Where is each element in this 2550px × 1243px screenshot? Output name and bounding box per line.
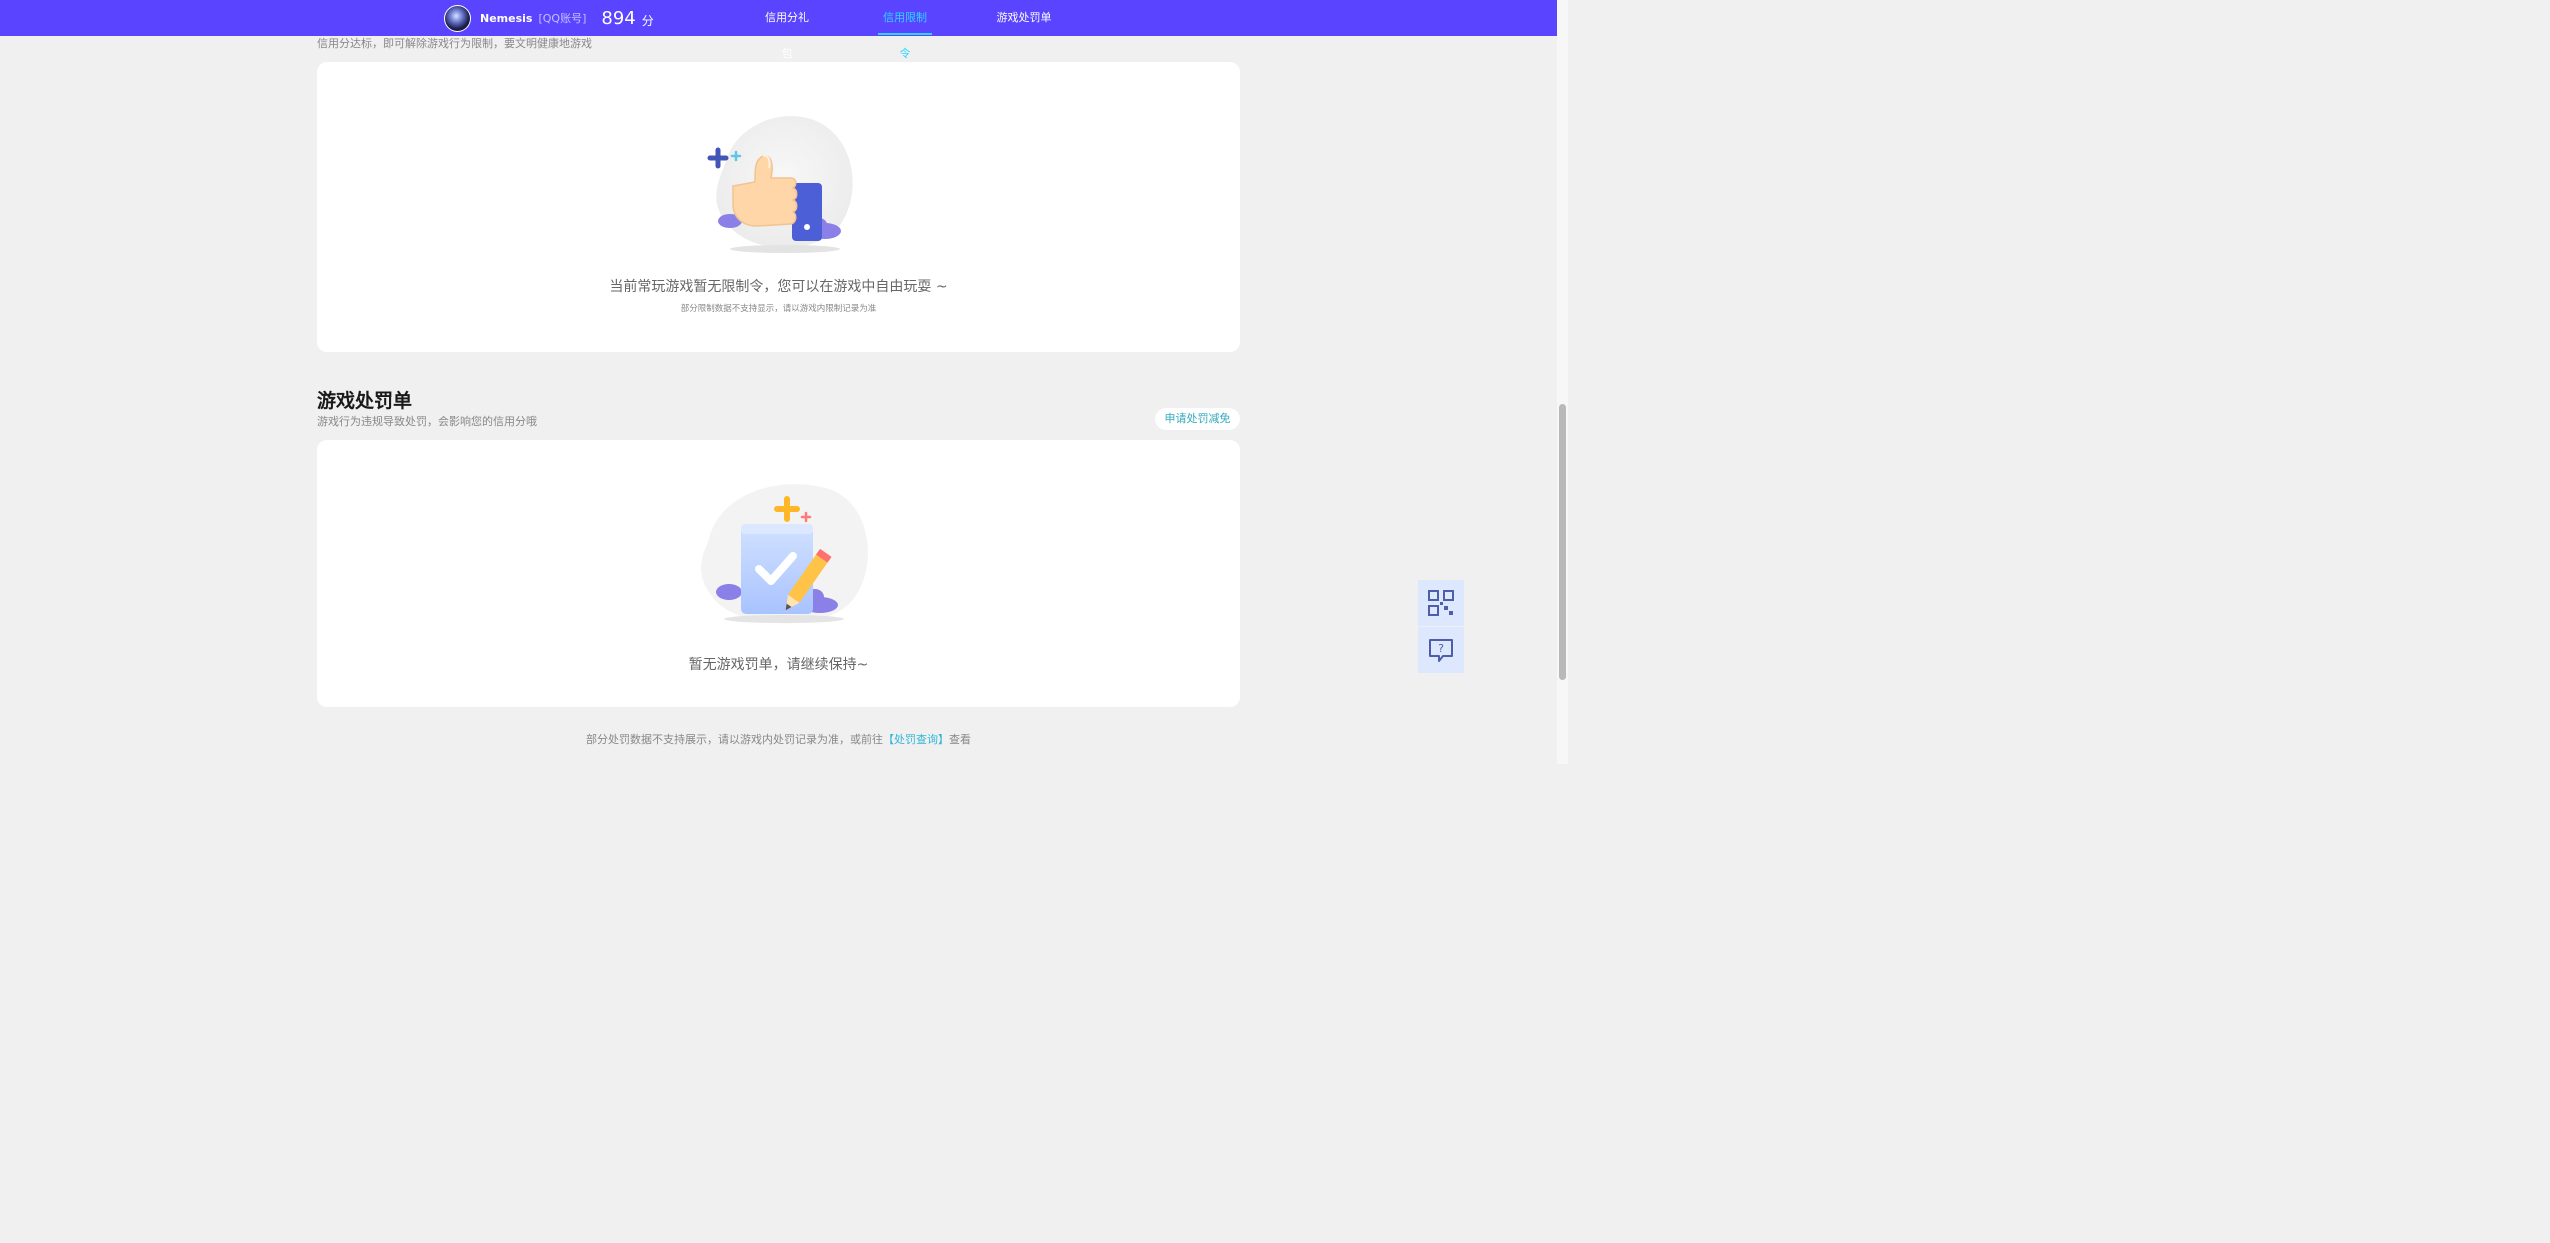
thumbs-up-illustration [707,116,853,253]
help-button[interactable]: ? [1418,627,1464,673]
footer-note-suffix: 查看 [949,733,971,746]
qr-code-button[interactable] [1418,580,1464,626]
avatar[interactable] [444,4,471,32]
apply-penalty-reduction-button[interactable]: 申请处罚减免 [1155,408,1240,430]
scrollbar-thumb[interactable] [1559,404,1566,680]
tab-credit-gift[interactable]: 信用分礼包 [760,0,814,60]
penalty-section-title: 游戏处罚单 [317,390,413,412]
account-type: [QQ账号] [538,12,587,25]
penalty-footer-note: 部分处罚数据不支持展示，请以游戏内处罚记录为准，或前往【处罚查询】查看 [317,731,1240,747]
penalty-card: 暂无游戏罚单，请继续保持~ [317,440,1240,707]
user-info: Nemesis [QQ账号] 894 分 [444,4,654,32]
help-chat-icon: ? [1429,639,1453,662]
qr-code-icon [1428,590,1454,616]
svg-text:?: ? [1438,642,1444,655]
penalty-query-link[interactable]: 【处罚查询】 [883,733,949,746]
restriction-empty-note: 部分限制数据不支持显示，请以游戏内限制记录为准 [680,304,877,314]
penalty-empty-message: 暂无游戏罚单，请继续保持~ [688,657,869,673]
credit-score: 894 [601,7,636,29]
username: Nemesis [480,11,533,25]
footer-note-prefix: 部分处罚数据不支持展示，请以游戏内处罚记录为准，或前往 [586,733,883,746]
tab-credit-restriction[interactable]: 信用限制令 [878,0,932,60]
tab-game-penalty[interactable]: 游戏处罚单 [996,0,1052,36]
credit-score-unit: 分 [641,13,654,28]
restriction-subtitle: 信用分达标，即可解除游戏行为限制，要文明健康地游戏 [317,37,592,50]
restriction-empty-message: 当前常玩游戏暂无限制令，您可以在游戏中自由玩耍 ~ [609,279,948,295]
penalty-subtitle: 游戏行为违规导致处罚，会影响您的信用分哦 [317,415,537,428]
top-nav-bar: Nemesis [QQ账号] 894 分 信用分礼包 信用限制令 游戏处罚单 [0,0,1557,60]
clipboard-pencil-illustration [700,484,868,624]
restriction-card: 当前常玩游戏暂无限制令，您可以在游戏中自由玩耍 ~ 部分限制数据不支持显示，请以… [317,62,1240,352]
